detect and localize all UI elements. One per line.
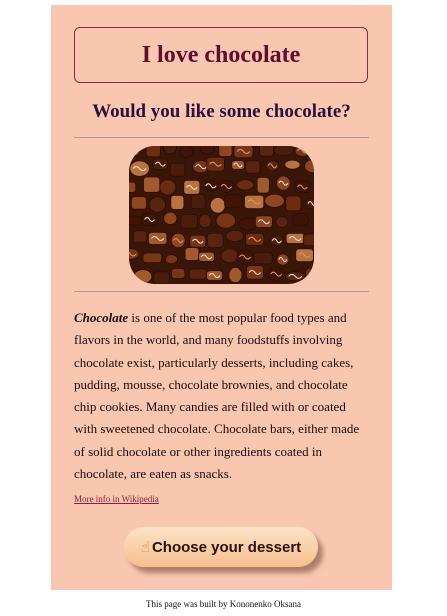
chocolate-candy <box>133 230 148 243</box>
candy-drizzle <box>308 271 314 274</box>
chocolate-photo <box>129 146 314 284</box>
chocolate-candy <box>228 266 243 284</box>
choose-dessert-label: Choose your dessert <box>151 538 302 556</box>
chocolate-candy <box>129 181 137 193</box>
chocolate-candy <box>206 232 224 248</box>
wikipedia-link[interactable]: More info in Wikipedia <box>74 494 159 504</box>
choose-dessert-button[interactable]: ☝ Choose your dessert <box>124 527 318 567</box>
chocolate-candy <box>169 162 186 177</box>
article-paragraph: Chocolate is one of the most popular foo… <box>74 307 370 485</box>
chocolate-candy <box>245 160 261 174</box>
chocolate-candy <box>133 269 153 284</box>
chocolate-candy <box>305 267 314 280</box>
top-divider <box>74 137 369 138</box>
chocolate-candy <box>171 268 186 279</box>
chocolate-candy <box>145 146 161 158</box>
chocolate-candy <box>129 215 143 226</box>
chocolate-candy <box>218 146 233 157</box>
chocolate-candy <box>129 146 140 156</box>
title-box: I love chocolate <box>74 27 368 83</box>
chocolate-candy <box>225 229 245 243</box>
bottom-divider <box>74 291 369 292</box>
chocolate-candy <box>284 159 301 170</box>
pointing-hand-icon: ☝ <box>140 538 150 556</box>
chocolate-candy <box>256 176 270 194</box>
chocolate-candy <box>238 217 258 231</box>
page-title: I love chocolate <box>141 41 301 68</box>
chocolate-candy <box>224 194 243 209</box>
chocolate-candy <box>153 271 171 284</box>
chocolate-candy <box>179 146 194 159</box>
chocolate-candy <box>142 252 163 264</box>
chocolate-candy <box>305 198 314 210</box>
article-body: is one of the most popular food types an… <box>74 310 360 482</box>
chocolate-candy <box>190 194 206 210</box>
chocolate-candy <box>285 195 302 212</box>
chocolate-candy <box>180 214 198 229</box>
chocolate-candy <box>184 247 200 261</box>
content-card: I love chocolate Would you like some cho… <box>51 5 392 590</box>
chocolate-candy <box>188 268 208 280</box>
chocolate-candy <box>253 251 273 265</box>
chocolate-candy <box>275 216 289 228</box>
chocolate-candy <box>291 212 309 227</box>
chocolate-candy <box>199 146 216 155</box>
chocolate-candy <box>259 146 274 157</box>
chocolate-candy <box>165 254 178 265</box>
chocolate-candy <box>143 176 161 193</box>
chocolate-candy <box>209 197 226 214</box>
chocolate-candy <box>130 196 147 210</box>
chocolate-candies-image <box>129 146 314 284</box>
article-lead-word: Chocolate <box>74 310 129 325</box>
chocolate-candy <box>220 248 239 264</box>
chocolate-candy <box>163 211 178 225</box>
footer-credit: This page was built by Kononenko Oksana <box>146 599 301 609</box>
chocolate-candy <box>236 179 255 191</box>
page-subtitle: Would you like some chocolate? <box>92 101 351 122</box>
chocolate-candy <box>198 213 212 228</box>
chocolate-candy <box>170 194 185 210</box>
chocolate-candy <box>302 233 314 247</box>
chocolate-candy <box>215 212 237 229</box>
chocolate-candy <box>159 179 177 196</box>
chocolate-candy <box>264 193 285 208</box>
chocolate-candy <box>148 196 166 213</box>
chocolate-candy <box>273 146 294 157</box>
